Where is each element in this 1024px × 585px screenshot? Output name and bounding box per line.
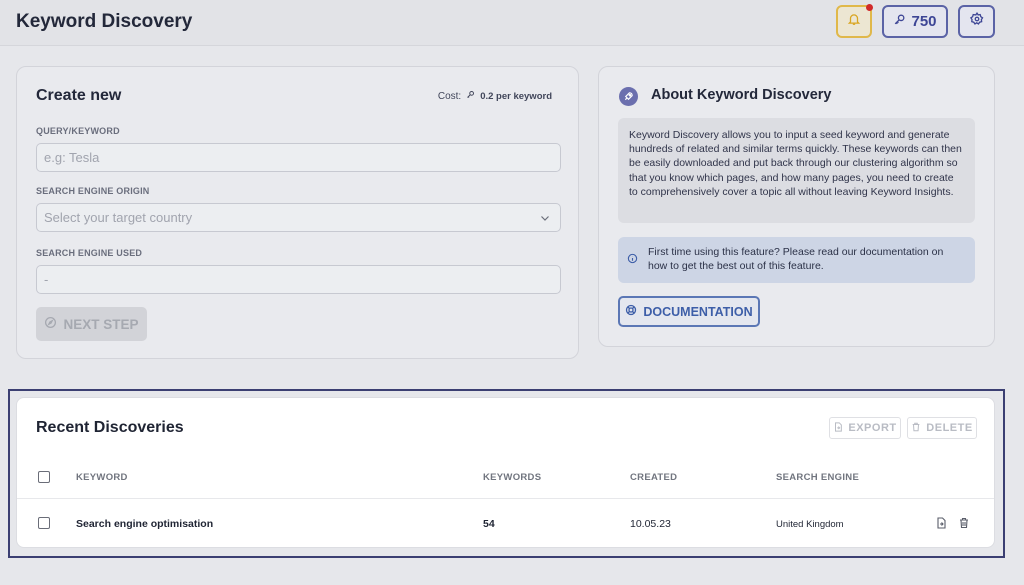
next-step-label: NEXT STEP xyxy=(63,316,139,332)
page-title: Keyword Discovery xyxy=(16,11,193,32)
notifications-button[interactable] xyxy=(836,4,873,38)
column-header-keyword[interactable]: KEYWORD xyxy=(76,472,128,483)
gear-icon xyxy=(969,12,984,31)
file-export-icon[interactable] xyxy=(935,516,947,534)
row-keywords-count: 54 xyxy=(483,518,495,530)
about-description: Keyword Discovery allows you to input a … xyxy=(618,118,975,223)
notification-dot xyxy=(866,4,873,11)
delete-button[interactable]: DELETE xyxy=(907,417,977,439)
query-label: QUERY/KEYWORD xyxy=(36,126,120,136)
top-bar: Keyword Discovery 750 xyxy=(0,0,1024,46)
engine-label: SEARCH ENGINE USED xyxy=(36,248,143,258)
info-text: First time using this feature? Please re… xyxy=(648,246,944,273)
column-header-keywords[interactable]: KEYWORDS xyxy=(483,472,541,483)
recent-title: Recent Discoveries xyxy=(36,419,184,436)
delete-label: DELETE xyxy=(926,422,973,434)
compass-icon xyxy=(44,316,57,332)
recent-discoveries-card: Recent Discoveries EXPORT DELETE KEYWORD… xyxy=(16,397,995,548)
documentation-label: DOCUMENTATION xyxy=(643,304,753,319)
key-icon xyxy=(893,13,906,30)
search-engine-value: - xyxy=(44,272,49,287)
country-select[interactable]: Select your target country xyxy=(36,203,561,232)
country-placeholder: Select your target country xyxy=(44,210,193,225)
cost-label: Cost: xyxy=(437,90,462,102)
about-card: About Keyword Discovery Keyword Discover… xyxy=(598,66,995,347)
bell-icon xyxy=(847,12,861,31)
about-title: About Keyword Discovery xyxy=(651,87,832,103)
row-created-date: 10.05.23 xyxy=(630,518,671,530)
row-search-engine: United Kingdom xyxy=(776,519,844,530)
file-export-icon xyxy=(833,421,843,435)
documentation-button[interactable]: DOCUMENTATION xyxy=(618,296,760,327)
query-placeholder: e.g: Tesla xyxy=(44,150,100,165)
header-divider xyxy=(17,498,994,499)
column-header-created[interactable]: CREATED xyxy=(630,472,677,483)
export-label: EXPORT xyxy=(848,422,897,434)
key-icon xyxy=(466,90,475,102)
info-banner: First time using this feature? Please re… xyxy=(618,237,975,283)
export-button[interactable]: EXPORT xyxy=(829,417,901,439)
create-new-card: Create new Cost: 0.2 per keyword QUERY/K… xyxy=(16,66,579,359)
info-icon xyxy=(627,253,638,268)
row-keyword[interactable]: Search engine optimisation xyxy=(76,518,213,530)
origin-label: SEARCH ENGINE ORIGIN xyxy=(36,186,150,196)
search-engine-field[interactable]: - xyxy=(36,265,561,294)
credits-button[interactable]: 750 xyxy=(882,5,948,38)
credits-count: 750 xyxy=(911,13,937,30)
chevron-down-icon xyxy=(539,212,551,227)
settings-button[interactable] xyxy=(958,5,995,38)
column-header-search-engine[interactable]: SEARCH ENGINE xyxy=(776,472,859,483)
select-all-checkbox[interactable] xyxy=(38,471,50,483)
create-title: Create new xyxy=(36,87,122,104)
rocket-icon xyxy=(619,87,638,106)
lifebuoy-icon xyxy=(625,304,637,319)
next-step-button[interactable]: NEXT STEP xyxy=(36,307,147,341)
trash-icon xyxy=(911,422,921,435)
row-checkbox[interactable] xyxy=(38,517,50,529)
cost-info: Cost: 0.2 per keyword xyxy=(438,90,552,102)
trash-icon[interactable] xyxy=(958,516,970,534)
query-input[interactable]: e.g: Tesla xyxy=(36,143,561,172)
cost-value: 0.2 per keyword xyxy=(480,90,552,102)
